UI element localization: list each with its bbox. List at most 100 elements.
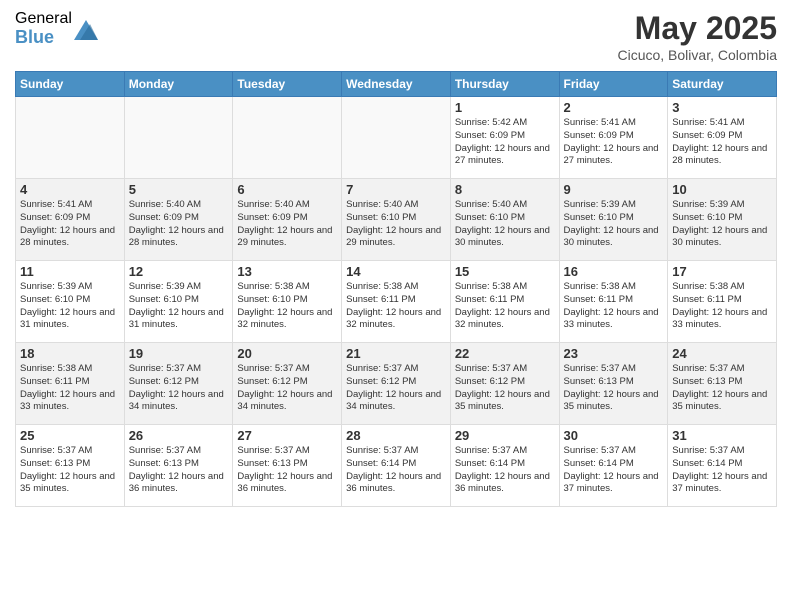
day-info: Sunrise: 5:37 AMSunset: 6:12 PMDaylight:… bbox=[237, 363, 337, 414]
calendar-cell bbox=[16, 97, 125, 179]
day-info: Sunrise: 5:37 AMSunset: 6:14 PMDaylight:… bbox=[455, 445, 555, 496]
calendar-cell: 3 Sunrise: 5:41 AMSunset: 6:09 PMDaylight… bbox=[668, 97, 777, 179]
day-number: 15 bbox=[455, 264, 555, 279]
day-info: Sunrise: 5:37 AMSunset: 6:14 PMDaylight:… bbox=[672, 445, 772, 496]
day-info: Sunrise: 5:41 AMSunset: 6:09 PMDaylight:… bbox=[20, 199, 120, 250]
calendar-cell bbox=[233, 97, 342, 179]
day-info: Sunrise: 5:38 AMSunset: 6:11 PMDaylight:… bbox=[672, 281, 772, 332]
day-number: 13 bbox=[237, 264, 337, 279]
day-info: Sunrise: 5:38 AMSunset: 6:11 PMDaylight:… bbox=[455, 281, 555, 332]
calendar-cell: 24Sunrise: 5:37 AMSunset: 6:13 PMDayligh… bbox=[668, 343, 777, 425]
day-info: Sunrise: 5:40 AMSunset: 6:09 PMDaylight:… bbox=[129, 199, 229, 250]
day-info: Sunrise: 5:42 AMSunset: 6:09 PMDaylight:… bbox=[455, 117, 555, 168]
day-info: Sunrise: 5:37 AMSunset: 6:13 PMDaylight:… bbox=[564, 363, 664, 414]
day-info: Sunrise: 5:41 AMSunset: 6:09 PMDaylight:… bbox=[672, 117, 772, 168]
calendar-cell: 8Sunrise: 5:40 AMSunset: 6:10 PMDaylight… bbox=[450, 179, 559, 261]
day-number: 23 bbox=[564, 346, 664, 361]
day-number: 25 bbox=[20, 428, 120, 443]
day-number: 21 bbox=[346, 346, 446, 361]
day-number: 14 bbox=[346, 264, 446, 279]
calendar-cell: 11 Sunrise: 5:39 AMSunset: 6:10 PMDayligh… bbox=[16, 261, 125, 343]
calendar-cell: 30 Sunrise: 5:37 AMSunset: 6:14 PMDayligh… bbox=[559, 425, 668, 507]
calendar-cell: 16Sunrise: 5:38 AMSunset: 6:11 PMDayligh… bbox=[559, 261, 668, 343]
day-number: 2 bbox=[564, 100, 664, 115]
col-tuesday: Tuesday bbox=[233, 72, 342, 97]
calendar-cell: 4Sunrise: 5:41 AMSunset: 6:09 PMDaylight… bbox=[16, 179, 125, 261]
day-number: 31 bbox=[672, 428, 772, 443]
calendar-cell: 12 Sunrise: 5:39 AMSunset: 6:10 PMDayligh… bbox=[124, 261, 233, 343]
calendar-cell: 23 Sunrise: 5:37 AMSunset: 6:13 PMDayligh… bbox=[559, 343, 668, 425]
calendar-cell bbox=[342, 97, 451, 179]
calendar-cell: 15 Sunrise: 5:38 AMSunset: 6:11 PMDayligh… bbox=[450, 261, 559, 343]
day-number: 26 bbox=[129, 428, 229, 443]
col-saturday: Saturday bbox=[668, 72, 777, 97]
week-row-3: 11 Sunrise: 5:39 AMSunset: 6:10 PMDayligh… bbox=[16, 261, 777, 343]
day-number: 6 bbox=[237, 182, 337, 197]
day-number: 16 bbox=[564, 264, 664, 279]
calendar-cell: 14 Sunrise: 5:38 AMSunset: 6:11 PMDayligh… bbox=[342, 261, 451, 343]
calendar-header-row: Sunday Monday Tuesday Wednesday Thursday… bbox=[16, 72, 777, 97]
calendar-cell: 17Sunrise: 5:38 AMSunset: 6:11 PMDayligh… bbox=[668, 261, 777, 343]
day-info: Sunrise: 5:39 AMSunset: 6:10 PMDaylight:… bbox=[564, 199, 664, 250]
day-info: Sunrise: 5:37 AMSunset: 6:13 PMDaylight:… bbox=[237, 445, 337, 496]
day-info: Sunrise: 5:40 AMSunset: 6:10 PMDaylight:… bbox=[346, 199, 446, 250]
day-number: 12 bbox=[129, 264, 229, 279]
location: Cicuco, Bolivar, Colombia bbox=[617, 47, 777, 63]
calendar-cell: 18Sunrise: 5:38 AMSunset: 6:11 PMDayligh… bbox=[16, 343, 125, 425]
col-thursday: Thursday bbox=[450, 72, 559, 97]
calendar-cell: 6 Sunrise: 5:40 AMSunset: 6:09 PMDaylight… bbox=[233, 179, 342, 261]
calendar-cell: 31 Sunrise: 5:37 AMSunset: 6:14 PMDayligh… bbox=[668, 425, 777, 507]
logo-text: General Blue bbox=[15, 10, 72, 47]
day-number: 24 bbox=[672, 346, 772, 361]
day-number: 30 bbox=[564, 428, 664, 443]
header: General Blue May 2025 Cicuco, Bolivar, C… bbox=[15, 10, 777, 63]
calendar-cell: 25 Sunrise: 5:37 AMSunset: 6:13 PMDayligh… bbox=[16, 425, 125, 507]
calendar-cell: 26 Sunrise: 5:37 AMSunset: 6:13 PMDayligh… bbox=[124, 425, 233, 507]
day-number: 29 bbox=[455, 428, 555, 443]
month-title: May 2025 bbox=[617, 10, 777, 47]
day-info: Sunrise: 5:38 AMSunset: 6:10 PMDaylight:… bbox=[237, 281, 337, 332]
week-row-1: 1 Sunrise: 5:42 AMSunset: 6:09 PMDaylight… bbox=[16, 97, 777, 179]
calendar-cell: 5Sunrise: 5:40 AMSunset: 6:09 PMDaylight… bbox=[124, 179, 233, 261]
calendar-cell: 20 Sunrise: 5:37 AMSunset: 6:12 PMDayligh… bbox=[233, 343, 342, 425]
day-info: Sunrise: 5:38 AMSunset: 6:11 PMDaylight:… bbox=[346, 281, 446, 332]
logo-general: General bbox=[15, 10, 72, 28]
calendar-cell: 7 Sunrise: 5:40 AMSunset: 6:10 PMDaylight… bbox=[342, 179, 451, 261]
day-number: 1 bbox=[455, 100, 555, 115]
logo-icon bbox=[74, 20, 98, 40]
day-number: 3 bbox=[672, 100, 772, 115]
calendar-cell: 9Sunrise: 5:39 AMSunset: 6:10 PMDaylight… bbox=[559, 179, 668, 261]
calendar-cell: 27 Sunrise: 5:37 AMSunset: 6:13 PMDayligh… bbox=[233, 425, 342, 507]
day-info: Sunrise: 5:39 AMSunset: 6:10 PMDaylight:… bbox=[20, 281, 120, 332]
week-row-2: 4Sunrise: 5:41 AMSunset: 6:09 PMDaylight… bbox=[16, 179, 777, 261]
day-info: Sunrise: 5:39 AMSunset: 6:10 PMDaylight:… bbox=[129, 281, 229, 332]
calendar-cell bbox=[124, 97, 233, 179]
day-info: Sunrise: 5:37 AMSunset: 6:12 PMDaylight:… bbox=[346, 363, 446, 414]
day-info: Sunrise: 5:37 AMSunset: 6:12 PMDaylight:… bbox=[129, 363, 229, 414]
calendar-cell: 10Sunrise: 5:39 AMSunset: 6:10 PMDayligh… bbox=[668, 179, 777, 261]
day-info: Sunrise: 5:37 AMSunset: 6:14 PMDaylight:… bbox=[346, 445, 446, 496]
day-number: 11 bbox=[20, 264, 120, 279]
week-row-5: 25 Sunrise: 5:37 AMSunset: 6:13 PMDayligh… bbox=[16, 425, 777, 507]
calendar-cell: 1 Sunrise: 5:42 AMSunset: 6:09 PMDaylight… bbox=[450, 97, 559, 179]
day-number: 10 bbox=[672, 182, 772, 197]
col-friday: Friday bbox=[559, 72, 668, 97]
col-monday: Monday bbox=[124, 72, 233, 97]
day-number: 27 bbox=[237, 428, 337, 443]
day-info: Sunrise: 5:37 AMSunset: 6:13 PMDaylight:… bbox=[20, 445, 120, 496]
day-number: 20 bbox=[237, 346, 337, 361]
day-info: Sunrise: 5:38 AMSunset: 6:11 PMDaylight:… bbox=[20, 363, 120, 414]
day-info: Sunrise: 5:37 AMSunset: 6:13 PMDaylight:… bbox=[129, 445, 229, 496]
calendar-cell: 2 Sunrise: 5:41 AMSunset: 6:09 PMDaylight… bbox=[559, 97, 668, 179]
calendar-cell: 13 Sunrise: 5:38 AMSunset: 6:10 PMDayligh… bbox=[233, 261, 342, 343]
day-info: Sunrise: 5:40 AMSunset: 6:09 PMDaylight:… bbox=[237, 199, 337, 250]
title-area: May 2025 Cicuco, Bolivar, Colombia bbox=[617, 10, 777, 63]
day-number: 28 bbox=[346, 428, 446, 443]
day-info: Sunrise: 5:41 AMSunset: 6:09 PMDaylight:… bbox=[564, 117, 664, 168]
col-wednesday: Wednesday bbox=[342, 72, 451, 97]
calendar-table: Sunday Monday Tuesday Wednesday Thursday… bbox=[15, 71, 777, 507]
calendar-cell: 28 Sunrise: 5:37 AMSunset: 6:14 PMDayligh… bbox=[342, 425, 451, 507]
day-info: Sunrise: 5:37 AMSunset: 6:14 PMDaylight:… bbox=[564, 445, 664, 496]
day-info: Sunrise: 5:37 AMSunset: 6:12 PMDaylight:… bbox=[455, 363, 555, 414]
day-number: 7 bbox=[346, 182, 446, 197]
